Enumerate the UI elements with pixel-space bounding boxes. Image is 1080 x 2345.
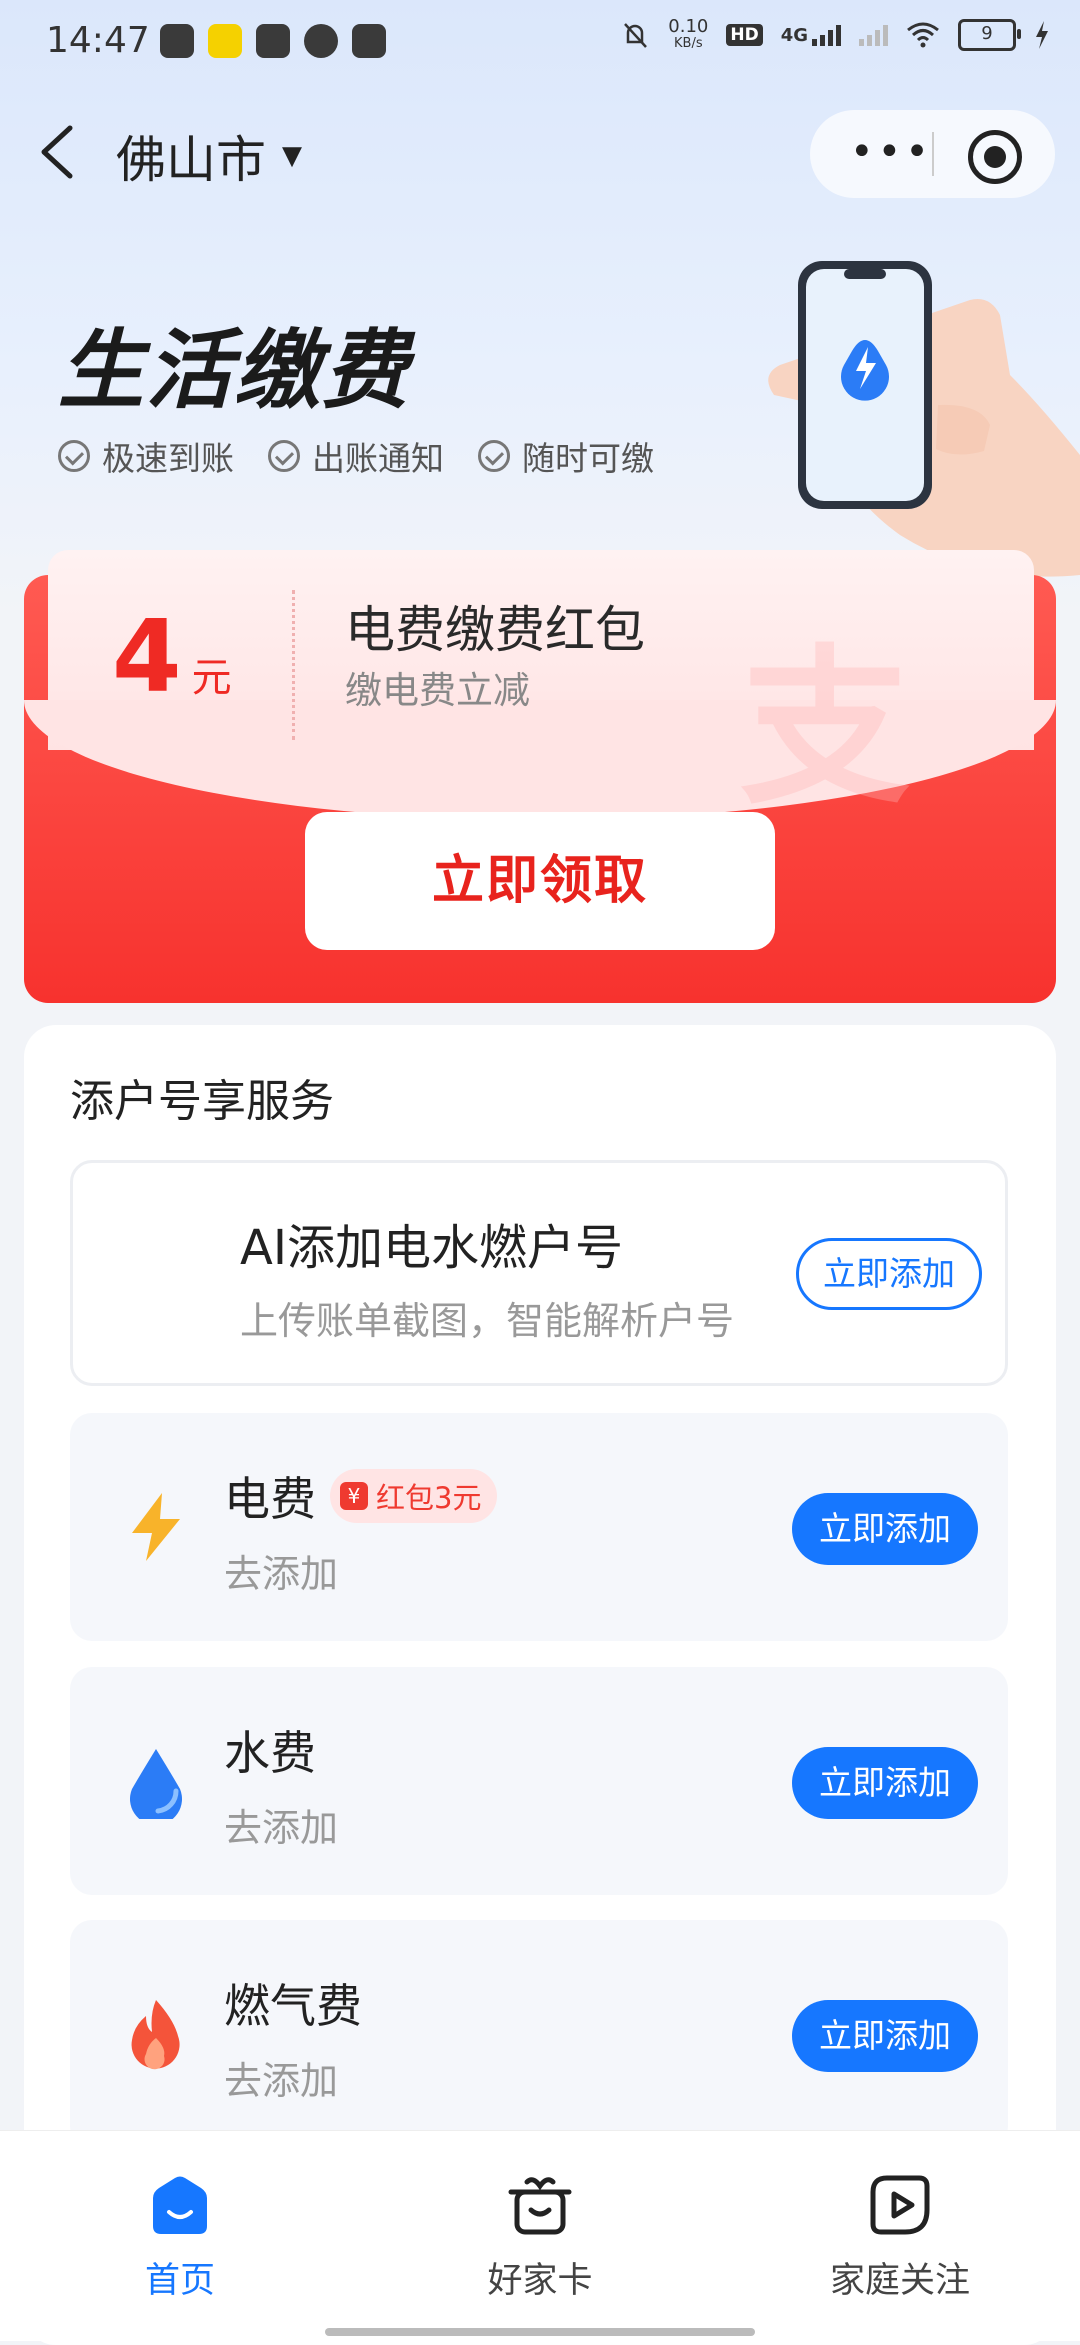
coupon-subtitle: 缴电费立减	[345, 669, 530, 712]
taobao-icon	[352, 24, 386, 58]
signal-2-icon	[859, 24, 888, 46]
lightning-icon	[132, 1493, 180, 1561]
red-packet-badge: ¥ 红包3元	[330, 1469, 498, 1523]
wifi-icon	[907, 22, 939, 48]
badge-label: 红包3元	[376, 1481, 482, 1515]
city-selector[interactable]: 佛山市 ▼	[116, 120, 302, 192]
tab-home[interactable]: 首页	[80, 2172, 280, 2303]
hd-icon: HD	[726, 24, 763, 46]
app-notification-icon	[160, 24, 194, 58]
check-circle-icon	[268, 440, 300, 472]
notification-icons	[160, 24, 386, 58]
gift-box-icon	[508, 2177, 572, 2235]
water-drop-icon	[130, 1749, 182, 1819]
section-title: 添户号享服务	[70, 1076, 334, 1127]
page-title: 生活缴费	[58, 321, 410, 421]
utility-item-gas[interactable]: 燃气费 去添加 立即添加	[70, 1920, 1008, 2148]
utility-item-electricity[interactable]: 电费 ¥ 红包3元 去添加 立即添加	[70, 1413, 1008, 1641]
city-name: 佛山市	[116, 131, 266, 189]
ai-card-title: AI添加电水燃户号	[240, 1220, 623, 1276]
charging-icon	[1036, 21, 1048, 49]
utility-sub: 去添加	[224, 1552, 339, 1596]
status-bar: 14:47 0.10 KB/s HD 4G 9	[0, 0, 1080, 80]
coupon-title: 电费缴费红包	[345, 601, 645, 659]
coupon-divider	[292, 590, 295, 740]
dropdown-triangle-icon: ▼	[282, 141, 302, 171]
video-play-icon	[870, 2175, 930, 2235]
check-circle-icon	[58, 440, 90, 472]
utility-name: 电费	[224, 1472, 316, 1526]
feature-label: 极速到账	[102, 439, 234, 478]
mute-bell-icon	[624, 23, 648, 48]
alipay-watermark-icon: 支	[740, 630, 911, 828]
net-speed-unit: KB/s	[674, 36, 703, 51]
add-water-button[interactable]: 立即添加	[792, 1747, 978, 1819]
feature-label: 出账通知	[312, 439, 444, 478]
feature-item: 随时可缴	[478, 432, 654, 480]
ai-card-subtitle: 上传账单截图，智能解析户号	[240, 1299, 735, 1343]
hand-phone-illustration	[768, 261, 1080, 577]
tab-family-follow[interactable]: 家庭关注	[800, 2172, 1000, 2303]
add-electricity-button[interactable]: 立即添加	[792, 1493, 978, 1565]
network-type: 4G	[780, 25, 808, 46]
utility-item-water[interactable]: 水费 去添加 立即添加	[70, 1667, 1008, 1895]
utility-name: 水费	[224, 1726, 316, 1780]
ai-add-button[interactable]: 立即添加	[796, 1238, 982, 1310]
back-arrow-icon[interactable]	[34, 122, 84, 182]
coupon-amount-unit: 元	[191, 655, 232, 701]
battery-icon: 9	[958, 19, 1021, 51]
feature-item: 出账通知	[268, 432, 444, 480]
utility-sub: 去添加	[224, 1806, 339, 1850]
tab-label: 好家卡	[487, 2261, 593, 2301]
tab-label: 首页	[144, 2261, 215, 2301]
battery-level: 9	[981, 23, 993, 44]
check-circle-icon	[478, 440, 510, 472]
add-gas-button[interactable]: 立即添加	[792, 2000, 978, 2072]
home-icon	[153, 2176, 207, 2234]
message-icon	[304, 24, 338, 58]
feature-label: 随时可缴	[522, 439, 654, 478]
status-time: 14:47	[46, 20, 150, 61]
mini-program-capsule: •••	[810, 110, 1055, 198]
utility-name: 燃气费	[224, 1979, 362, 2033]
app-notification-icon	[208, 24, 242, 58]
tab-good-home-card[interactable]: 好家卡	[440, 2172, 640, 2303]
tab-label: 家庭关注	[829, 2261, 970, 2301]
feature-list: 极速到账 出账通知 随时可缴	[58, 432, 654, 480]
status-indicators: 0.10 KB/s HD 4G 9	[620, 18, 1050, 52]
net-speed: 0.10	[668, 16, 709, 37]
close-mini-program-icon[interactable]	[968, 130, 1022, 184]
home-indicator[interactable]	[325, 2328, 755, 2336]
coupon-amount: 4 元	[112, 598, 232, 715]
coupon-amount-value: 4	[112, 598, 182, 715]
feature-item: 极速到账	[58, 432, 234, 480]
claim-coupon-button[interactable]: 立即领取	[305, 812, 775, 950]
capsule-divider	[932, 132, 934, 176]
more-options-icon[interactable]: •••	[850, 132, 933, 172]
flame-icon	[131, 2000, 180, 2070]
utility-sub: 去添加	[224, 2059, 339, 2103]
video-app-icon	[256, 24, 290, 58]
red-packet-icon: ¥	[340, 1482, 368, 1510]
signal-icon	[812, 24, 841, 46]
